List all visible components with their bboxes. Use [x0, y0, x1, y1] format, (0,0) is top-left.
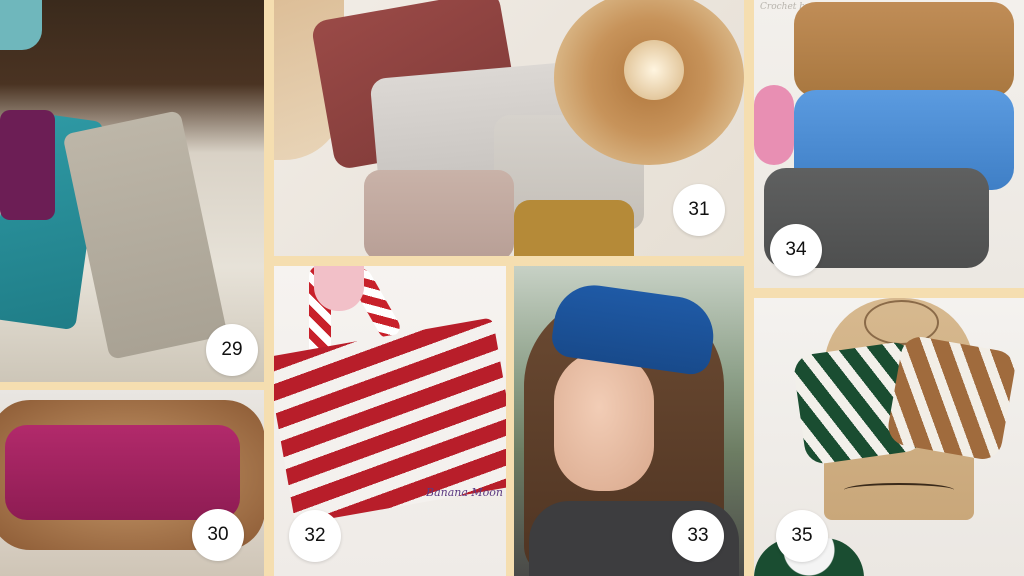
pink-ornament-decoration: [314, 266, 364, 311]
brown-white-striped-headband: [885, 333, 1018, 463]
magenta-crochet-headband: [5, 425, 240, 520]
tan-crochet-headband: [794, 2, 1014, 97]
item-number-badge: 31: [673, 184, 725, 236]
face: [554, 351, 654, 491]
photo-tile-30[interactable]: 30: [0, 390, 264, 576]
photo-tile-34[interactable]: Crochet by Carolyn 34: [754, 0, 1024, 288]
photo-tile-32[interactable]: Banana Moon 32: [274, 266, 506, 576]
glass-jar: [0, 0, 42, 50]
eyelashes-illustration: [844, 483, 954, 497]
pink-crochet-headband: [364, 170, 514, 256]
photo-tile-31[interactable]: 31: [274, 0, 744, 256]
photo-tile-29[interactable]: 29: [0, 0, 264, 382]
purple-crochet-headband: [0, 110, 55, 220]
grey-crochet-headband: [62, 110, 228, 360]
photo-tile-33[interactable]: 33: [514, 266, 744, 576]
item-number-badge: 29: [206, 324, 258, 376]
item-number-badge: 30: [192, 509, 244, 561]
item-number-badge: 32: [289, 510, 341, 562]
candle-jar: [624, 40, 684, 100]
brand-watermark: Banana Moon: [426, 486, 504, 499]
pink-flower-decoration: [754, 85, 794, 165]
item-number-badge: 33: [672, 510, 724, 562]
item-number-badge: 35: [776, 510, 828, 562]
photo-tile-35[interactable]: 35: [754, 298, 1024, 576]
mustard-crochet-headband: [514, 200, 634, 256]
item-number-badge: 34: [770, 224, 822, 276]
